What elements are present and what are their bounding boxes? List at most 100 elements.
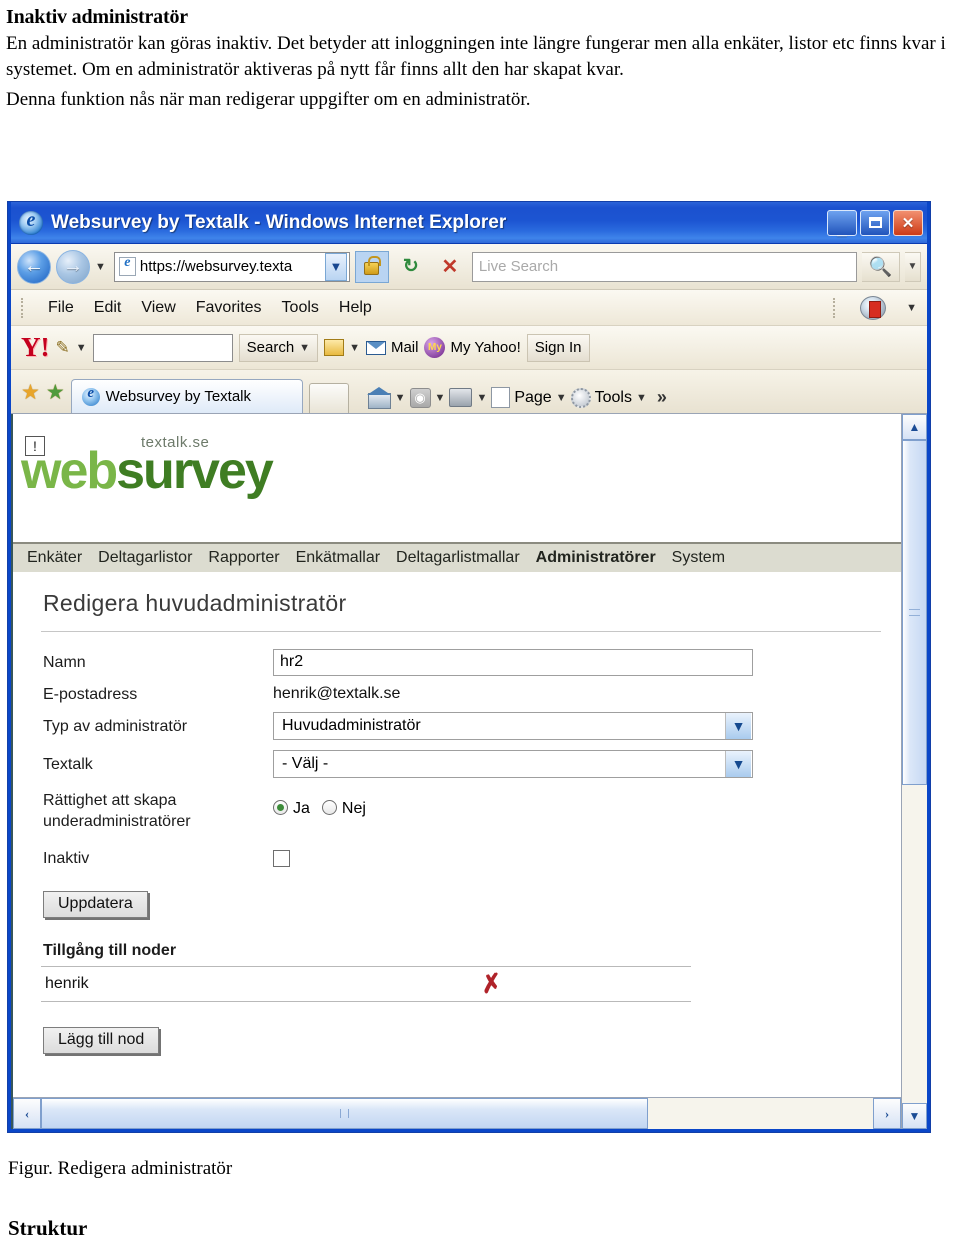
menu-file[interactable]: File — [48, 299, 74, 317]
my-yahoo-icon: My — [424, 337, 446, 358]
menu-edit[interactable]: Edit — [94, 299, 122, 317]
home-icon[interactable] — [366, 387, 391, 409]
tab-label: Websurvey by Textalk — [105, 388, 251, 405]
print-caret-icon[interactable]: ▼ — [476, 392, 487, 404]
page-menu-icon[interactable] — [491, 387, 511, 408]
nav-item-enkater[interactable]: Enkäter — [27, 549, 82, 567]
scroll-right-button[interactable]: › — [873, 1098, 901, 1129]
form-row-rattighet: Rättighet att skapa underadministratörer… — [13, 790, 901, 832]
scroll-grip-icon — [340, 1109, 350, 1118]
menu-favorites[interactable]: Favorites — [196, 299, 262, 317]
yahoo-mail-button[interactable]: Mail — [365, 339, 418, 356]
browser-tab-websurvey[interactable]: Websurvey by Textalk — [70, 379, 303, 413]
yahoo-bookmarks-button[interactable]: ▼ — [324, 339, 360, 356]
yahoo-logo-icon[interactable]: Y! — [21, 332, 50, 363]
yahoo-sign-in-label: Sign In — [534, 339, 582, 356]
gear-icon[interactable] — [570, 387, 591, 408]
scroll-up-button[interactable]: ▲ — [902, 414, 927, 440]
my-yahoo-button[interactable]: My My Yahoo! — [424, 337, 521, 358]
radio-ja-label: Ja — [293, 800, 310, 817]
close-button[interactable]: ✕ — [893, 209, 923, 236]
inaktiv-checkbox[interactable] — [273, 849, 290, 867]
websurvey-logo[interactable]: websurvey — [21, 442, 274, 500]
pdf-caret-icon[interactable]: ▼ — [906, 302, 917, 314]
radio-nej[interactable]: Nej — [321, 800, 366, 818]
tools-menu-label[interactable]: Tools — [595, 389, 632, 407]
page-caret-icon[interactable]: ▼ — [556, 392, 567, 404]
command-bar-overflow-icon[interactable]: » — [657, 387, 667, 408]
label-typ-av-administrator: Typ av administratör — [43, 717, 188, 735]
scroll-down-button[interactable]: ▼ — [902, 1103, 927, 1129]
restore-icon — [861, 211, 889, 235]
textalk-select[interactable]: - Välj - ▼ — [273, 750, 753, 778]
nav-item-deltagarlistor[interactable]: Deltagarlistor — [98, 549, 192, 567]
nav-item-administratorer[interactable]: Administratörer — [536, 549, 656, 567]
horizontal-scrollbar[interactable]: ‹ › — [13, 1097, 901, 1129]
yahoo-pencil-icon[interactable]: ✎ — [56, 338, 70, 358]
chevron-down-icon: ▼ — [725, 751, 751, 777]
browser-viewport: ! textalk.se websurvey Enkäter Deltagarl… — [11, 414, 927, 1129]
form-row-inaktiv: Inaktiv — [13, 842, 901, 874]
page-menu-label[interactable]: Page — [514, 389, 551, 407]
scroll-left-button[interactable]: ‹ — [13, 1098, 41, 1129]
figure-caption: Figur. Redigera administratör — [8, 1158, 233, 1179]
logo-web-part: web — [21, 442, 118, 500]
typ-av-administrator-select[interactable]: Huvudadministratör ▼ — [273, 712, 753, 740]
maximize-restore-button[interactable] — [860, 209, 890, 236]
nav-item-system[interactable]: System — [672, 549, 725, 567]
back-button[interactable]: ← — [17, 249, 51, 284]
favorites-center-icon[interactable]: ★ — [21, 380, 40, 405]
toolbar-grip-icon-right[interactable] — [833, 297, 836, 318]
menu-bar: File Edit View Favorites Tools Help ▼ — [11, 290, 927, 326]
namn-input[interactable]: hr2 — [273, 648, 753, 676]
security-lock-icon[interactable] — [354, 250, 389, 283]
search-button[interactable]: 🔍 — [862, 251, 900, 282]
horizontal-scroll-thumb[interactable] — [41, 1098, 649, 1129]
recent-pages-caret-icon[interactable]: ▼ — [95, 261, 106, 273]
address-bar[interactable]: https://websurvey.texta ▼ — [113, 251, 350, 282]
feeds-caret-icon[interactable]: ▼ — [435, 392, 446, 404]
yahoo-pencil-caret-icon[interactable]: ▼ — [76, 342, 87, 354]
live-search-input[interactable]: Live Search — [471, 251, 857, 282]
menu-view[interactable]: View — [141, 299, 175, 317]
delete-node-icon[interactable]: ✗ — [479, 968, 504, 1001]
menu-tools[interactable]: Tools — [282, 299, 319, 317]
vertical-scroll-thumb[interactable] — [902, 440, 927, 785]
horizontal-scroll-track[interactable] — [41, 1098, 873, 1129]
form-title: Redigera huvudadministratör — [43, 590, 347, 616]
node-name: henrik — [45, 975, 89, 992]
add-to-favorites-icon[interactable]: ★ — [46, 380, 65, 405]
vertical-scroll-track[interactable] — [902, 440, 927, 1103]
radio-ja[interactable]: Ja — [273, 800, 310, 818]
pdf-toolbar-icon[interactable] — [860, 295, 887, 320]
scroll-grip-icon — [909, 609, 920, 617]
typ-av-administrator-value: Huvudadministratör — [282, 717, 421, 734]
rss-feeds-icon[interactable]: ◉ — [409, 387, 431, 408]
vertical-scrollbar[interactable]: ▲ ▼ — [901, 414, 927, 1129]
uppdatera-button[interactable]: Uppdatera — [43, 890, 148, 918]
search-provider-caret-icon[interactable]: ▼ — [905, 251, 921, 282]
yahoo-search-input[interactable] — [92, 333, 233, 362]
yahoo-search-button[interactable]: Search ▼ — [238, 333, 319, 362]
yahoo-sign-in-button[interactable]: Sign In — [526, 333, 590, 362]
label-epostadress: E-postadress — [43, 685, 138, 703]
new-tab-button[interactable] — [308, 383, 349, 413]
lagg-till-nod-button[interactable]: Lägg till nod — [43, 1026, 160, 1054]
radio-nej-icon — [321, 800, 337, 815]
stop-button[interactable]: ✕ — [433, 251, 467, 283]
toolbar-grip-icon[interactable] — [21, 297, 24, 318]
nav-item-enkatmallar[interactable]: Enkätmallar — [296, 549, 380, 567]
nav-item-rapporter[interactable]: Rapporter — [208, 549, 279, 567]
nav-item-deltagarlistmallar[interactable]: Deltagarlistmallar — [396, 549, 520, 567]
minimize-icon: _ — [837, 218, 847, 238]
print-icon[interactable] — [449, 388, 473, 407]
home-caret-icon[interactable]: ▼ — [395, 392, 406, 404]
address-dropdown-icon[interactable]: ▼ — [324, 252, 347, 281]
next-section-heading: Struktur — [8, 1216, 88, 1240]
window-title: Websurvey by Textalk - Windows Internet … — [51, 211, 507, 233]
minimize-button[interactable]: _ — [827, 209, 857, 238]
refresh-button[interactable]: ↻ — [394, 251, 428, 283]
tools-caret-icon[interactable]: ▼ — [636, 392, 647, 404]
forward-button[interactable]: → — [56, 249, 90, 284]
menu-help[interactable]: Help — [339, 299, 372, 317]
